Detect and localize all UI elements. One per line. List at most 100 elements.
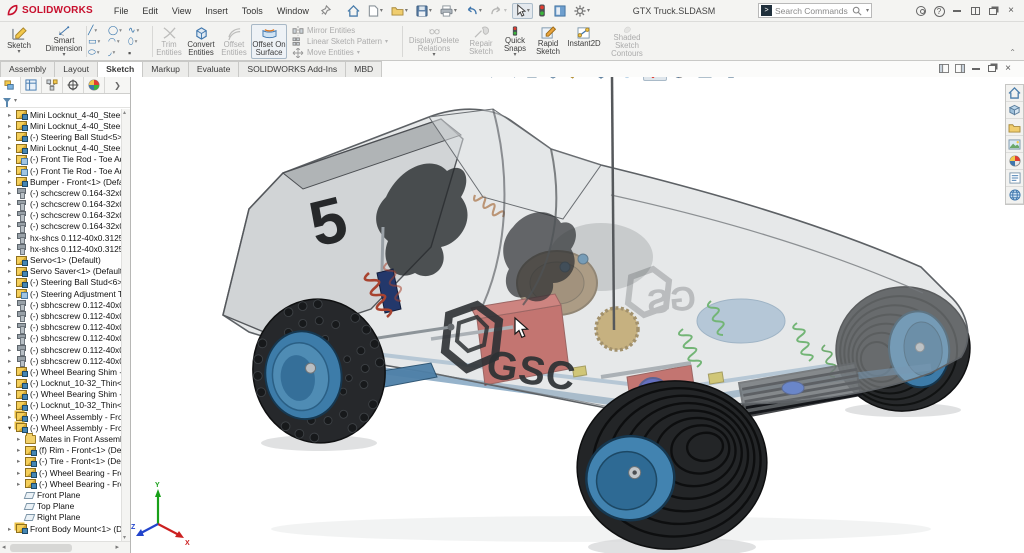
rapid-sketch-button[interactable]: Rapid Sketch [532,24,564,59]
scrollbar-thumb[interactable] [10,544,72,552]
tree-item[interactable]: (-) schcscrew 0.164-32x0.437 [0,187,121,200]
view-palette-icon[interactable] [1006,136,1023,153]
split-window-right-icon[interactable] [952,62,968,75]
pin-menu-icon[interactable] [317,3,334,19]
tree-item[interactable]: hx-shcs 0.112-40x0.3125x0.3 [0,232,121,245]
maximize-button[interactable] [966,3,984,19]
expand-arrow-icon[interactable] [8,111,16,119]
command-tab[interactable]: Evaluate [187,61,240,77]
sketch-button[interactable]: Sketch ▾ [2,24,36,59]
shaded-sketch-contours-button[interactable]: Shaded Sketch Contours [604,24,650,59]
expand-arrow-icon[interactable] [8,525,16,533]
doc-restore-button[interactable] [984,62,1000,75]
tree-item[interactable]: (-) sbhcscrew 0.112-40x0.375 [0,355,121,368]
expand-arrow-icon[interactable] [8,200,16,208]
search-dropdown-icon[interactable]: ▾ [866,7,869,14]
appearances-icon[interactable] [1006,153,1023,170]
close-button[interactable]: × [1002,3,1020,19]
restore-button[interactable] [984,3,1002,19]
expand-arrow-icon[interactable] [8,133,16,141]
forum-icon[interactable] [1006,187,1023,204]
expand-arrow-icon[interactable] [17,469,25,477]
convert-entities-button[interactable]: Convert Entities [185,24,217,59]
tree-item[interactable]: (-) Steering Ball Stud<5> (De [0,131,121,143]
expand-arrow-icon[interactable] [8,245,16,253]
menu-item[interactable]: Tools [235,4,270,18]
expand-arrow-icon[interactable] [8,346,16,354]
fillet-tool-icon[interactable]: ◞ ▾ [108,47,128,58]
line-tool-icon[interactable]: ╱ ▾ [88,25,108,36]
mirror-entities-button[interactable]: Mirror Entities [292,25,400,36]
command-tab[interactable]: Assembly [0,61,56,77]
truck-model[interactable]: 5 GSC GS Y X Z [131,77,1024,553]
expand-arrow-icon[interactable] [8,167,16,175]
design-library-icon[interactable] [1006,102,1023,119]
expand-arrow-icon[interactable] [8,278,16,286]
scroll-up-icon[interactable]: ▴ [123,109,126,116]
home-icon[interactable] [344,3,363,19]
arc-tool-icon[interactable]: ◠ ▾ [108,36,128,47]
new-document-icon[interactable]: ▾ [365,3,386,19]
expand-arrow-icon[interactable] [8,390,16,398]
tree-item[interactable]: (-) sbhcscrew 0.112-40x0.5-h [0,310,121,323]
tree-item[interactable]: Mates in Front Assembly [0,432,121,444]
scroll-down-icon[interactable]: ▾ [123,534,126,541]
expand-arrow-icon[interactable] [8,290,16,298]
split-window-icon[interactable] [936,62,952,75]
tree-item[interactable]: Right Plane [0,512,121,523]
select-cursor-icon[interactable]: ▾ [511,2,533,19]
tree-horizontal-scrollbar[interactable]: ◂ ▸ [0,541,130,553]
tree-vertical-scrollbar[interactable]: ▴ ▾ [121,109,130,541]
tree-item[interactable]: (-) Wheel Bearing Shim - Fro [0,389,121,400]
doc-minimize-button[interactable] [968,62,984,75]
menu-item[interactable]: Insert [198,4,235,18]
menu-item[interactable]: View [165,4,198,18]
expand-arrow-icon[interactable] [8,267,16,275]
scroll-right-icon[interactable]: ▸ [115,543,119,551]
expand-arrow-icon[interactable] [8,211,16,219]
open-icon[interactable]: ▾ [388,3,411,19]
expand-arrow-icon[interactable] [8,155,16,163]
display-delete-relations-button[interactable]: Display/Delete Relations ▾ [406,24,462,59]
tree-item[interactable]: (-) Locknut_10-32_Thin<1> ( [0,378,121,389]
search-icon[interactable] [852,6,862,16]
command-tab[interactable]: MBD [345,61,383,77]
tree-item[interactable]: Servo Saver<1> (Default) [0,266,121,277]
configuration-manager-icon[interactable] [42,77,63,93]
menu-item[interactable]: Window [270,4,316,18]
tree-item[interactable]: (-) Steering Ball Stud<6> (De [0,277,121,288]
tree-item[interactable]: (-) schcscrew 0.164-32x0.437 [0,199,121,211]
tree-item[interactable]: Mini Locknut_4-40_Steering< [0,143,121,154]
tree-item[interactable]: (-) sbhcscrew 0.112-40x0.5-h [0,344,121,357]
tree-item[interactable]: (-) Steering Adjustment Tie R [0,288,121,300]
expand-arrow-icon[interactable] [8,222,16,230]
task-pane-icon[interactable] [551,3,569,19]
undo-icon[interactable]: ▾ [462,3,485,19]
quick-snaps-button[interactable]: Quick Snaps ▾ [500,24,530,59]
slot-tool-icon[interactable]: ⬭ ▾ [88,47,108,58]
expand-arrow-icon[interactable] [8,379,16,387]
point-tool-icon[interactable]: ▪ [128,47,148,58]
expand-arrow-icon[interactable] [8,368,16,376]
home-icon[interactable] [1006,85,1023,102]
doc-close-button[interactable]: × [1000,62,1016,75]
tree-item[interactable]: (-) schcscrew 0.164-32x0.437 [0,221,121,233]
expand-arrow-icon[interactable] [8,144,16,152]
repair-sketch-button[interactable]: Repair Sketch [464,24,498,59]
tree-item[interactable]: Servo<1> (Default) [0,254,121,266]
tree-item[interactable]: (-) Wheel Bearing - Fron [0,467,121,479]
tree-item[interactable]: (-) schcscrew 0.164-32x0.437 [0,210,121,222]
tree-item[interactable]: Front Plane [0,489,121,500]
expand-arrow-icon[interactable] [8,312,16,320]
search-commands-input[interactable]: > Search Commands ▾ [758,3,872,18]
selection-filter-icon[interactable] [535,3,549,19]
tree-item[interactable]: (-) sbhcscrew 0.112-40x0.5-h [0,299,121,312]
print-icon[interactable]: ▾ [437,3,460,19]
menu-item[interactable]: Edit [135,4,165,18]
file-explorer-icon[interactable] [1006,119,1023,136]
tree-item[interactable]: (-) Front Tie Rod - Toe Adjust [0,165,121,177]
tree-item[interactable]: (-) sbhcscrew 0.112-40x0.5-h [0,322,121,334]
tree-item[interactable]: (-) Wheel Assembly - Front< [0,411,121,423]
smart-dimension-button[interactable]: Smart Dimension ▾ [38,24,90,59]
ellipse-tool-icon[interactable]: ⬯ ▾ [128,36,148,47]
